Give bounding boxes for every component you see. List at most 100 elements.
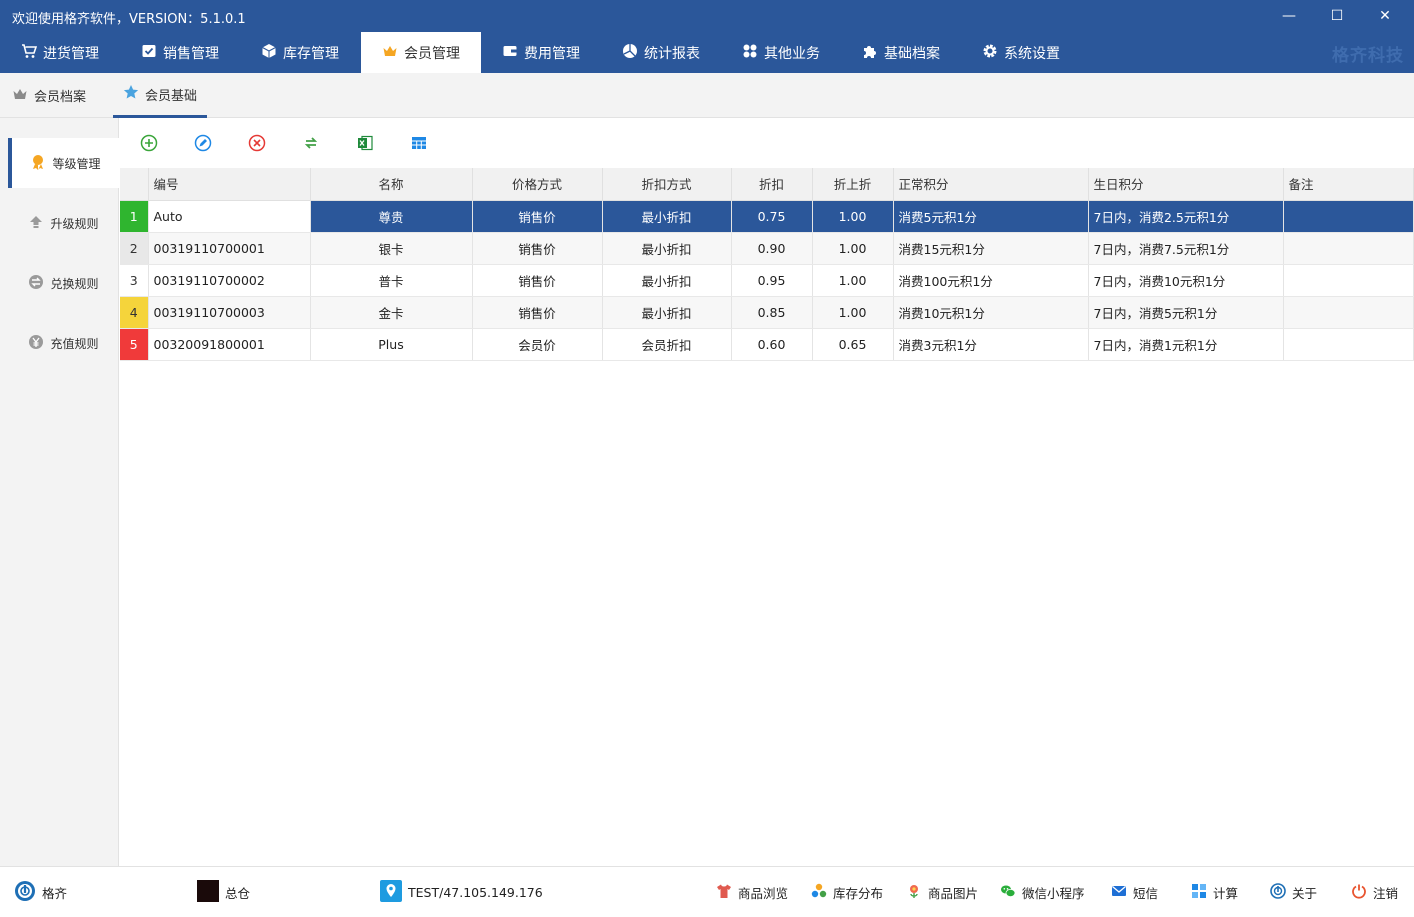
edit-button[interactable]	[194, 134, 212, 152]
cell-name[interactable]: 尊贵	[310, 200, 473, 233]
table-row[interactable]: 5 00320091800001 Plus 会员价 会员折扣 0.60 0.65…	[120, 328, 1414, 361]
cell-normal-points[interactable]: 消费15元积1分	[893, 232, 1089, 265]
cell-birthday-points[interactable]: 7日内，消费1元积1分	[1088, 328, 1284, 361]
cell-extra-discount[interactable]: 0.65	[812, 328, 894, 361]
table-row[interactable]: 3 00319110700002 普卡 销售价 最小折扣 0.95 1.00 消…	[120, 264, 1414, 297]
cell-extra-discount[interactable]: 1.00	[812, 264, 894, 297]
cell-price-mode[interactable]: 销售价	[472, 264, 603, 297]
delete-button[interactable]	[248, 134, 266, 152]
tab-other[interactable]: 其他业务	[721, 32, 841, 73]
sidenav-level-management[interactable]: 等级管理	[8, 138, 119, 188]
minimize-button[interactable]: —	[1266, 0, 1312, 32]
cell-price-mode[interactable]: 销售价	[472, 296, 603, 329]
tab-label: 销售管理	[163, 45, 219, 62]
cell-remark[interactable]	[1283, 264, 1414, 297]
sidenav-upgrade-rules[interactable]: 升级规则	[8, 198, 119, 248]
link-product-browse[interactable]: 商品浏览	[716, 867, 788, 917]
link-product-images[interactable]: 商品图片	[906, 867, 978, 917]
medal-icon	[30, 154, 46, 173]
close-button[interactable]: ✕	[1362, 0, 1408, 32]
cell-remark[interactable]	[1283, 328, 1414, 361]
cell-discount[interactable]: 0.90	[731, 232, 813, 265]
tab-member[interactable]: 会员管理	[361, 32, 481, 73]
table-row[interactable]: 4 00319110700003 金卡 销售价 最小折扣 0.85 1.00 消…	[120, 296, 1414, 329]
cell-extra-discount[interactable]: 1.00	[812, 232, 894, 265]
cell-code[interactable]: 00319110700001	[148, 232, 311, 265]
cell-normal-points[interactable]: 消费10元积1分	[893, 296, 1089, 329]
header-discount[interactable]: 折扣	[731, 168, 813, 201]
cell-discount[interactable]: 0.60	[731, 328, 813, 361]
cell-code[interactable]: 00320091800001	[148, 328, 311, 361]
tab-inventory[interactable]: 库存管理	[240, 32, 360, 73]
cell-discount-mode[interactable]: 最小折扣	[602, 264, 732, 297]
column-setting-button[interactable]	[410, 134, 428, 152]
cell-name[interactable]: Plus	[310, 328, 473, 361]
cell-birthday-points[interactable]: 7日内，消费5元积1分	[1088, 296, 1284, 329]
cell-remark[interactable]	[1283, 232, 1414, 265]
cell-discount[interactable]: 0.85	[731, 296, 813, 329]
flower-icon	[906, 883, 922, 902]
cell-discount-mode[interactable]: 会员折扣	[602, 328, 732, 361]
delete-icon	[248, 134, 266, 156]
header-birthday-points[interactable]: 生日积分	[1088, 168, 1284, 201]
warehouse-name: 总仓	[225, 885, 251, 901]
cell-birthday-points[interactable]: 7日内，消费2.5元积1分	[1088, 200, 1284, 233]
header-discount-mode[interactable]: 折扣方式	[602, 168, 732, 201]
header-price-mode[interactable]: 价格方式	[472, 168, 603, 201]
tab-reports[interactable]: 统计报表	[601, 32, 721, 73]
subtab-label: 会员档案	[34, 90, 87, 105]
tab-base-archive[interactable]: 基础档案	[841, 32, 961, 73]
cell-extra-discount[interactable]: 1.00	[812, 296, 894, 329]
subtab-member-archive[interactable]: 会员档案	[2, 73, 96, 118]
cell-price-mode[interactable]: 销售价	[472, 232, 603, 265]
header-code[interactable]: 编号	[148, 168, 311, 201]
cell-discount-mode[interactable]: 最小折扣	[602, 200, 732, 233]
cell-remark[interactable]	[1283, 296, 1414, 329]
cell-discount[interactable]: 0.75	[731, 200, 813, 233]
cell-discount-mode[interactable]: 最小折扣	[602, 232, 732, 265]
cell-normal-points[interactable]: 消费100元积1分	[893, 264, 1089, 297]
cell-code[interactable]: 00319110700003	[148, 296, 311, 329]
cell-name[interactable]: 银卡	[310, 232, 473, 265]
maximize-button[interactable]: ☐	[1314, 0, 1360, 32]
cell-remark[interactable]	[1283, 200, 1414, 233]
link-sms[interactable]: 短信	[1111, 867, 1158, 917]
cell-price-mode[interactable]: 会员价	[472, 328, 603, 361]
table-row[interactable]: 2 00319110700001 银卡 销售价 最小折扣 0.90 1.00 消…	[120, 232, 1414, 265]
status-warehouse[interactable]: 总仓	[197, 867, 250, 917]
table-row[interactable]: 1 Auto 尊贵 销售价 最小折扣 0.75 1.00 消费5元积1分 7日内…	[120, 200, 1414, 233]
cell-normal-points[interactable]: 消费5元积1分	[893, 200, 1089, 233]
cell-birthday-points[interactable]: 7日内，消费7.5元积1分	[1088, 232, 1284, 265]
header-normal-points[interactable]: 正常积分	[893, 168, 1089, 201]
cell-discount-mode[interactable]: 最小折扣	[602, 296, 732, 329]
cell-birthday-points[interactable]: 7日内，消费10元积1分	[1088, 264, 1284, 297]
link-calculator[interactable]: 计算	[1191, 867, 1238, 917]
cell-code[interactable]: Auto	[148, 200, 311, 233]
refresh-button[interactable]	[302, 134, 320, 152]
subtab-member-base[interactable]: 会员基础	[113, 73, 208, 118]
tab-settings[interactable]: 系统设置	[961, 32, 1081, 73]
cell-normal-points[interactable]: 消费3元积1分	[893, 328, 1089, 361]
tab-purchase[interactable]: 进货管理	[0, 32, 120, 73]
link-about[interactable]: 关于	[1270, 867, 1317, 917]
header-remark[interactable]: 备注	[1283, 168, 1414, 201]
cell-discount[interactable]: 0.95	[731, 264, 813, 297]
sidenav-exchange-rules[interactable]: 兑换规则	[8, 258, 119, 308]
cell-code[interactable]: 00319110700002	[148, 264, 311, 297]
cell-name[interactable]: 普卡	[310, 264, 473, 297]
cell-name[interactable]: 金卡	[310, 296, 473, 329]
link-stock-distribution[interactable]: 库存分布	[811, 867, 883, 917]
excel-icon	[356, 135, 374, 156]
header-extra-discount[interactable]: 折上折	[812, 168, 894, 201]
add-button[interactable]	[140, 134, 158, 152]
link-logout[interactable]: 注销	[1351, 867, 1398, 917]
export-excel-button[interactable]	[356, 134, 374, 152]
link-wechat-miniprogram[interactable]: 微信小程序	[1000, 867, 1085, 917]
cell-extra-discount[interactable]: 1.00	[812, 200, 894, 233]
sidenav-recharge-rules[interactable]: 充值规则	[8, 318, 119, 368]
header-name[interactable]: 名称	[310, 168, 473, 201]
grid-icon	[742, 43, 758, 63]
tab-expense[interactable]: 费用管理	[481, 32, 601, 73]
cell-price-mode[interactable]: 销售价	[472, 200, 603, 233]
tab-sales[interactable]: 销售管理	[120, 32, 240, 73]
